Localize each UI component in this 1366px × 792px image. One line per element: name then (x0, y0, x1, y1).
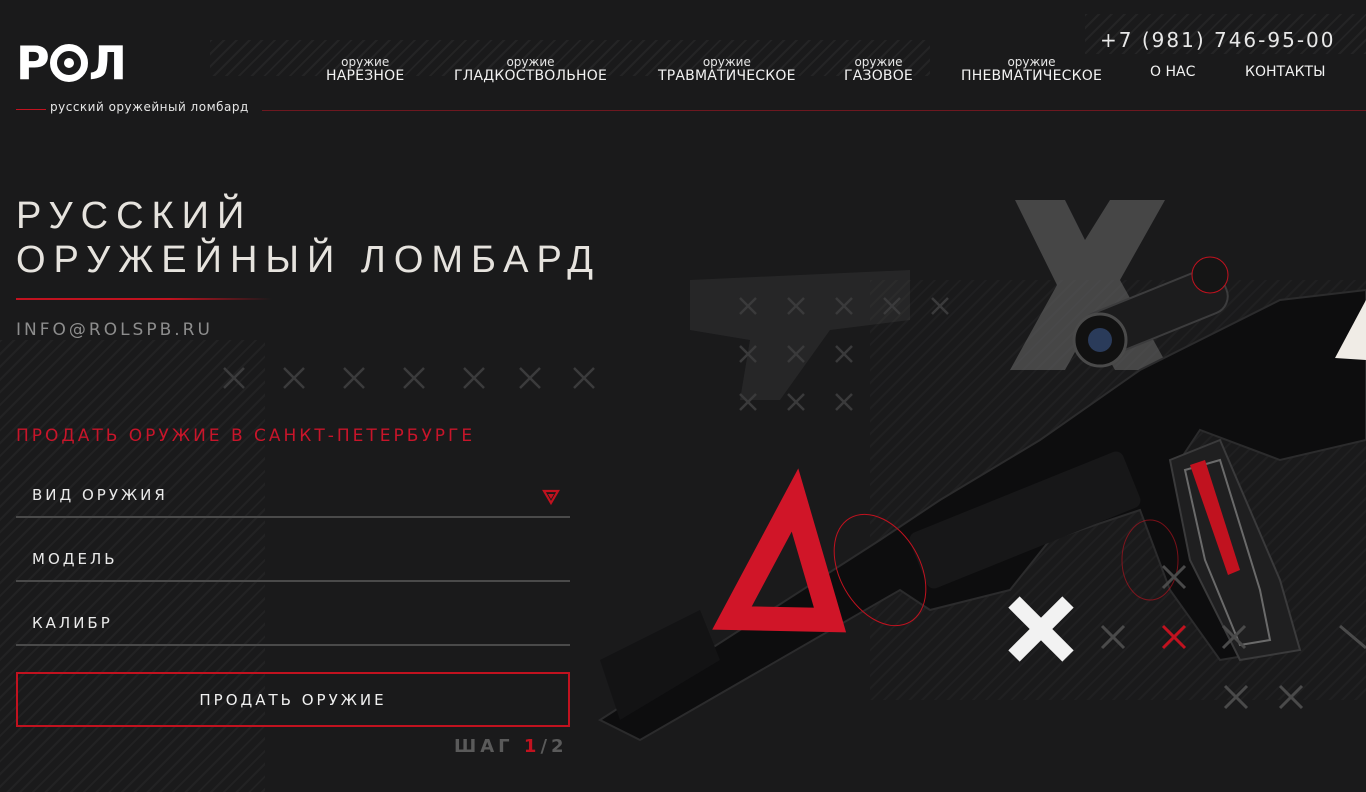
caliber-field[interactable]: КАЛИБР (16, 602, 570, 646)
step-total: /2 (540, 736, 568, 757)
title-underline (16, 298, 272, 300)
nav-item-contacts[interactable]: КОНТАКТЫ (1245, 64, 1325, 80)
page-title: РУССКИЙ ОРУЖЕЙНЫЙ ЛОМБАРД (16, 194, 601, 282)
rifle-icon (597, 288, 1366, 742)
logo-subtitle: русский оружейный ломбард (50, 100, 249, 114)
step-current: 1 (523, 736, 541, 757)
nav-item-label: НАРЕЗНОЕ (326, 68, 405, 85)
weapon-type-select[interactable]: ВИД ОРУЖИЯ (16, 474, 570, 518)
step-prefix: ШАГ (454, 736, 514, 757)
nav-item-label: ПНЕВМАТИЧЕСКОЕ (961, 68, 1103, 85)
nav-item-smoothbore[interactable]: оружие ГЛАДКОСТВОЛЬНОЕ (454, 55, 608, 85)
triangle-icon (712, 468, 847, 633)
caliber-label: КАЛИБР (32, 614, 113, 632)
ghost-rifle (690, 270, 910, 400)
nav-item-label: ГАЗОВОЕ (844, 68, 913, 85)
dropdown-caret-icon[interactable] (542, 488, 560, 506)
weapon-type-label: ВИД ОРУЖИЯ (32, 486, 168, 504)
model-field[interactable]: МОДЕЛЬ (16, 538, 570, 582)
model-label: МОДЕЛЬ (32, 550, 118, 568)
nav-item-gas[interactable]: оружие ГАЗОВОЕ (844, 55, 913, 85)
phone-number[interactable]: +7 (981) 746-95-00 (1100, 28, 1335, 52)
x-mark-icon-white (1008, 596, 1074, 662)
email-link[interactable]: INFO@ROLSPB.RU (16, 320, 213, 340)
form-title: ПРОДАТЬ ОРУЖИЕ В САНКТ-ПЕТЕРБУРГЕ (16, 426, 476, 446)
hero-weapon-illustration (597, 200, 1366, 742)
nav-item-about[interactable]: О НАС (1150, 64, 1195, 80)
header-divider (262, 110, 1366, 111)
sell-weapon-button[interactable]: ПРОДАТЬ ОРУЖИЕ (16, 672, 570, 727)
page-title-line1: РУССКИЙ (16, 195, 253, 237)
nav-item-rifled[interactable]: оружие НАРЕЗНОЕ (326, 55, 405, 85)
page-title-line2: ОРУЖЕЙНЫЙ ЛОМБАРД (16, 239, 602, 281)
nav-item-label: ГЛАДКОСТВОЛЬНОЕ (454, 68, 608, 85)
nav-item-label: ТРАВМАТИЧЕСКОЕ (658, 68, 796, 85)
step-indicator: ШАГ 1/2 (454, 736, 568, 757)
logo-underline (16, 109, 46, 110)
nav-item-traumatic[interactable]: оружие ТРАВМАТИЧЕСКОЕ (658, 55, 796, 85)
x-mark-row (223, 367, 595, 389)
x-mark-icon-red (1161, 624, 1187, 650)
nav-item-pneumatic[interactable]: оружие ПНЕВМАТИЧЕСКОЕ (961, 55, 1103, 85)
